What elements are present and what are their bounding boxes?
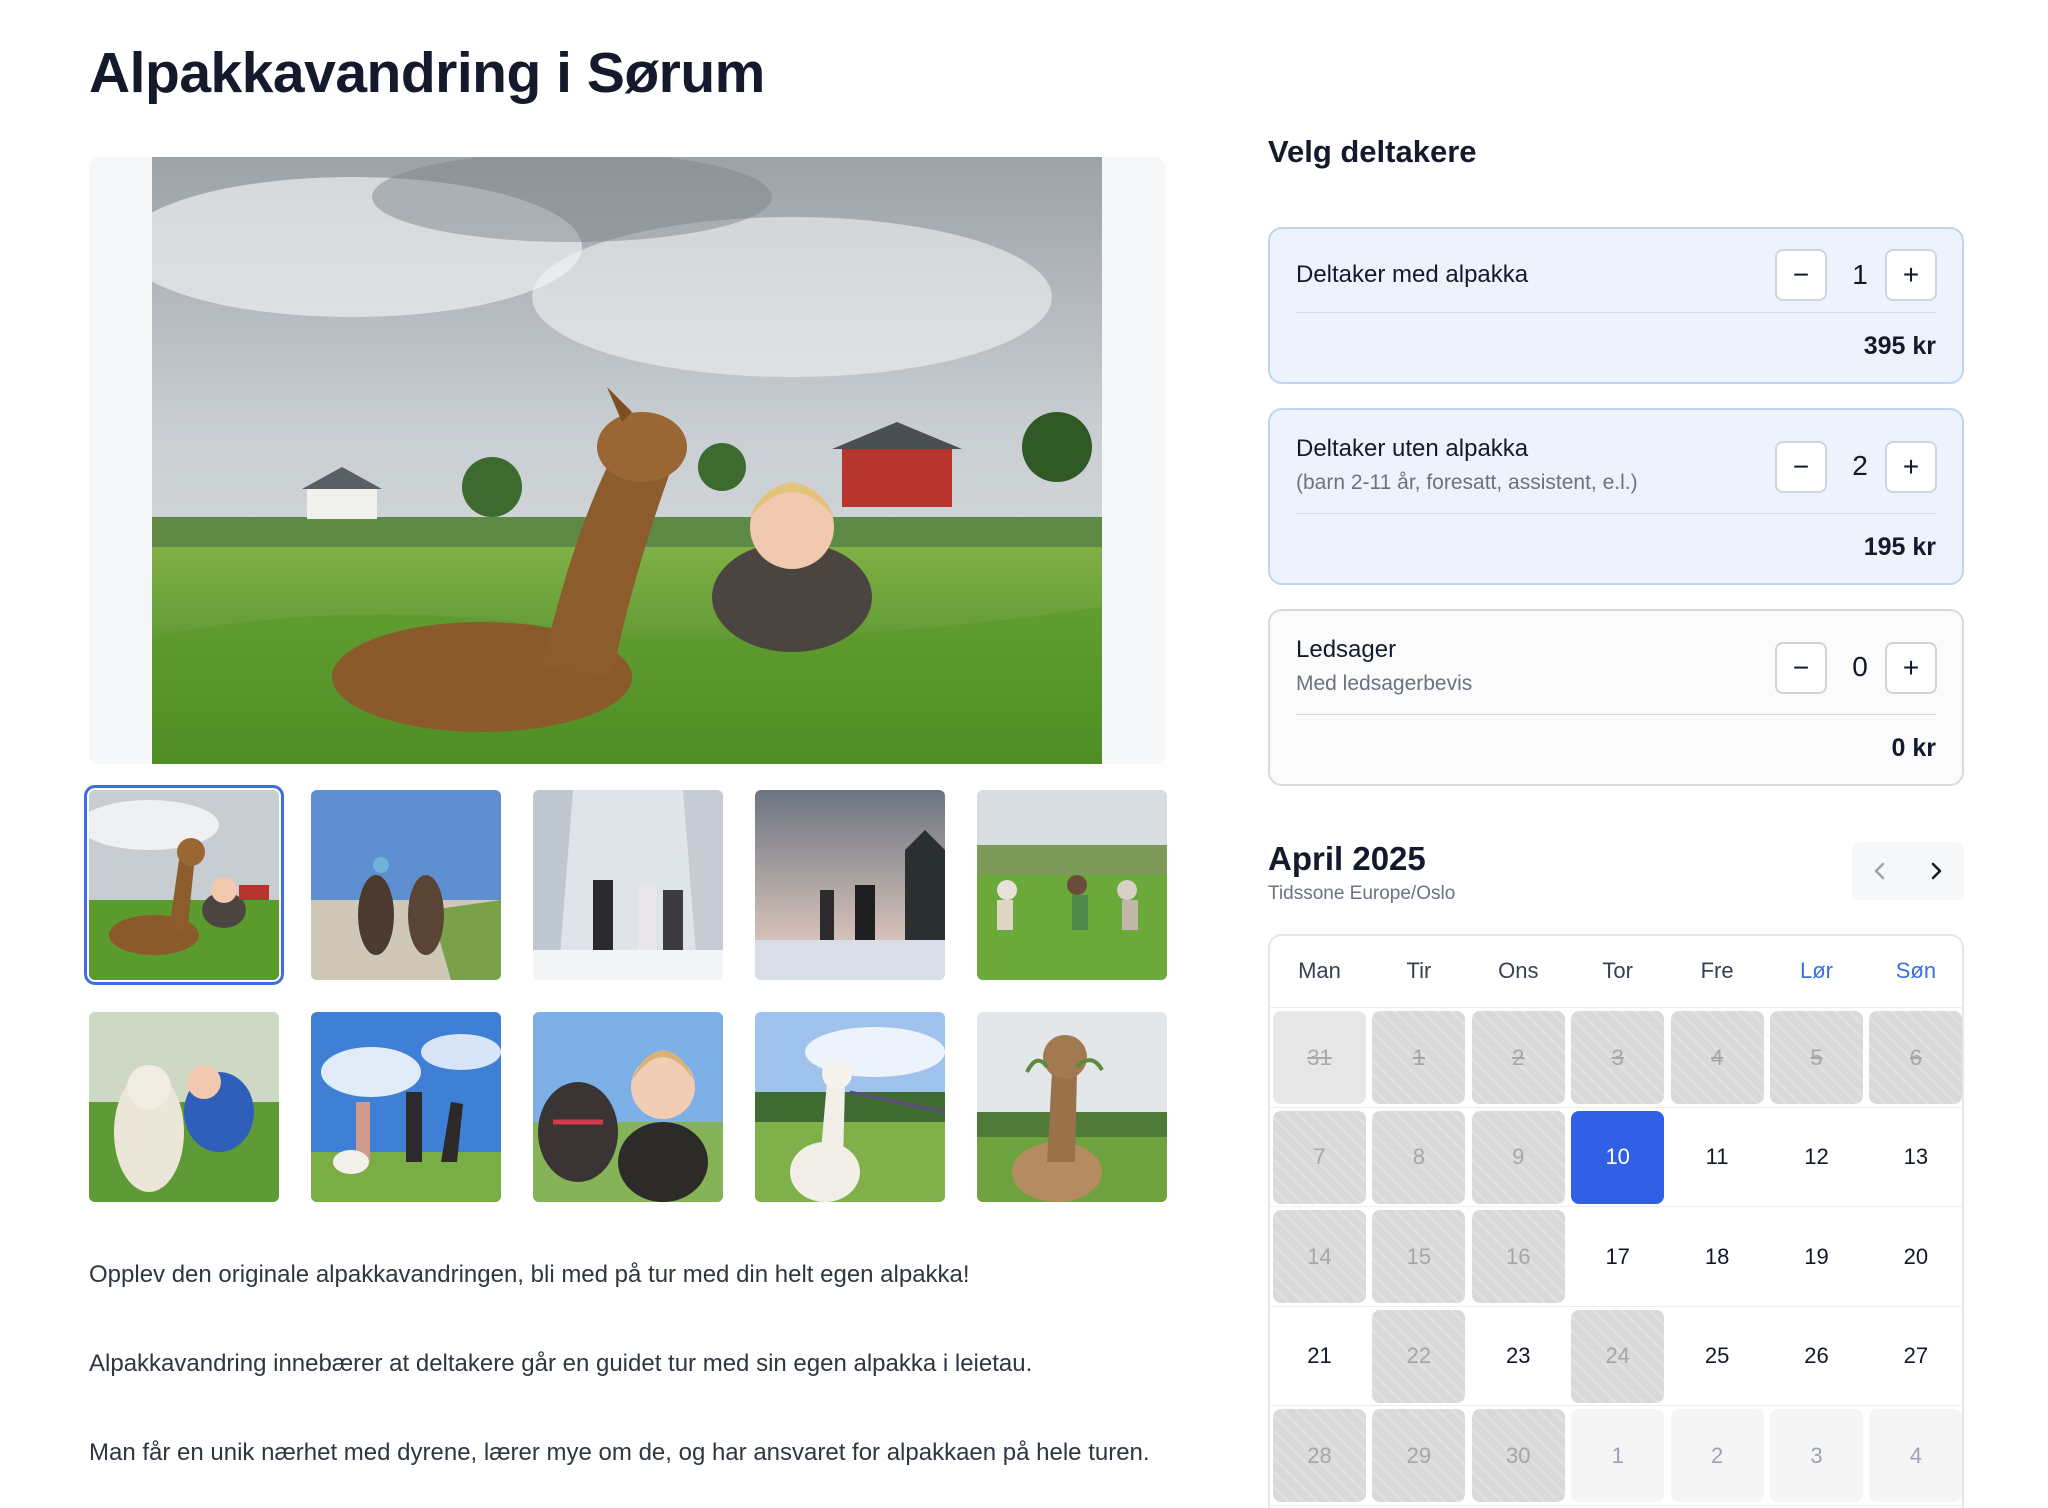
main-photo bbox=[152, 157, 1102, 764]
gallery-thumbnail-5[interactable] bbox=[977, 790, 1167, 980]
calendar-day: 3 bbox=[1770, 1409, 1863, 1502]
calendar-row-divider bbox=[1270, 1405, 1962, 1406]
gallery-thumbnail-6[interactable] bbox=[89, 1012, 279, 1202]
calendar-nav bbox=[1852, 842, 1964, 900]
calendar-day: 2 bbox=[1670, 1409, 1764, 1502]
calendar-day: 9 bbox=[1471, 1110, 1565, 1204]
calendar-day: 1 bbox=[1372, 1011, 1466, 1104]
calendar-day: 5 bbox=[1770, 1011, 1863, 1104]
calendar-day: 14 bbox=[1273, 1210, 1366, 1303]
participants-title: Velg deltakere bbox=[1268, 134, 1477, 169]
chevron-left-icon bbox=[1874, 862, 1885, 880]
weekday-header: Ons bbox=[1498, 958, 1539, 983]
calendar-day: 16 bbox=[1471, 1210, 1565, 1303]
gallery-thumbnail-4[interactable] bbox=[755, 790, 945, 980]
description-paragraph-2: Alpakkavandring innebærer at deltakere g… bbox=[89, 1350, 1033, 1377]
calendar-day: 6 bbox=[1869, 1011, 1962, 1104]
calendar-row-divider bbox=[1270, 1206, 1962, 1207]
calendar-day[interactable]: 20 bbox=[1869, 1210, 1962, 1303]
weekday-header: Man bbox=[1298, 958, 1341, 983]
gallery-thumbnail-1[interactable] bbox=[84, 785, 284, 985]
calendar-month-label: April 2025 bbox=[1268, 840, 1426, 877]
decrement-button[interactable]: − bbox=[1775, 441, 1827, 493]
calendar-day: 8 bbox=[1372, 1110, 1466, 1204]
gallery-thumbnail-7[interactable] bbox=[311, 1012, 501, 1202]
calendar-day[interactable]: 26 bbox=[1770, 1310, 1863, 1403]
calendar-day: 15 bbox=[1372, 1210, 1466, 1303]
calendar-day: 1 bbox=[1571, 1409, 1665, 1502]
calendar-day[interactable]: 12 bbox=[1770, 1111, 1863, 1204]
calendar-day: 29 bbox=[1372, 1409, 1466, 1502]
calendar-day: 28 bbox=[1273, 1409, 1366, 1502]
next-month-button[interactable] bbox=[1908, 842, 1964, 900]
gallery-thumbnail-8[interactable] bbox=[533, 1012, 723, 1202]
participant-name: Deltaker med alpakka bbox=[1296, 261, 1529, 288]
calendar-day: 30 bbox=[1471, 1409, 1565, 1502]
participant-card-with-alpaca: Deltaker med alpakka − 1 + 395 kr bbox=[1268, 227, 1964, 384]
calendar-day: 22 bbox=[1372, 1309, 1466, 1403]
calendar-row-divider bbox=[1270, 1305, 1962, 1307]
calendar-day[interactable]: 23 bbox=[1472, 1310, 1565, 1403]
weekday-header: Lør bbox=[1800, 958, 1833, 983]
calendar-timezone: Tidssone Europe/Oslo bbox=[1268, 883, 1456, 904]
weekday-header: Tir bbox=[1406, 958, 1432, 983]
card-divider bbox=[1296, 513, 1936, 514]
calendar-row-divider bbox=[1270, 1504, 1962, 1506]
calendar-day: 24 bbox=[1571, 1309, 1665, 1403]
participant-price: 0 kr bbox=[1891, 734, 1936, 762]
participant-subtitle: (barn 2-11 år, foresatt, assistent, e.l.… bbox=[1296, 471, 1638, 494]
participant-price: 195 kr bbox=[1863, 533, 1936, 561]
main-photo-frame bbox=[89, 157, 1165, 764]
calendar-day: 4 bbox=[1869, 1409, 1962, 1502]
calendar-day: 31 bbox=[1273, 1011, 1366, 1104]
weekday-header: Fre bbox=[1700, 958, 1734, 983]
participant-count: 1 bbox=[1852, 259, 1868, 290]
description-paragraph-3: Man får en unik nærhet med dyrene, lærer… bbox=[89, 1439, 1150, 1466]
calendar-day-selected[interactable]: 10 bbox=[1571, 1110, 1665, 1204]
gallery-thumbnail-9[interactable] bbox=[755, 1012, 945, 1202]
increment-button[interactable]: + bbox=[1885, 642, 1937, 694]
increment-button[interactable]: + bbox=[1885, 441, 1937, 493]
participant-subtitle: Med ledsagerbevis bbox=[1296, 672, 1473, 695]
gallery-thumbnail-10[interactable] bbox=[977, 1012, 1167, 1202]
participant-card-without-alpaca: Deltaker uten alpakka (barn 2-11 år, for… bbox=[1268, 408, 1964, 585]
calendar-day[interactable]: 25 bbox=[1671, 1310, 1764, 1403]
weekday-header: Søn bbox=[1895, 958, 1937, 983]
gallery-thumbnail-3[interactable] bbox=[533, 790, 723, 980]
calendar-day[interactable]: 21 bbox=[1273, 1310, 1366, 1403]
description-paragraph-1: Opplev den originale alpakkavandringen, … bbox=[89, 1261, 970, 1288]
calendar-row-divider bbox=[1270, 1106, 1962, 1108]
page-title: Alpakkavandring i Sørum bbox=[89, 41, 765, 105]
weekday-header: Tor bbox=[1602, 958, 1633, 983]
calendar-day[interactable]: 13 bbox=[1869, 1111, 1962, 1204]
previous-month-button[interactable] bbox=[1852, 842, 1908, 900]
calendar-day: 7 bbox=[1273, 1110, 1366, 1204]
participant-name: Ledsager bbox=[1296, 636, 1397, 663]
calendar-day[interactable]: 18 bbox=[1671, 1210, 1764, 1303]
participant-price: 395 kr bbox=[1863, 332, 1936, 360]
calendar-day: 3 bbox=[1571, 1011, 1665, 1104]
calendar-day[interactable]: 17 bbox=[1571, 1210, 1664, 1303]
participant-card-companion: Ledsager Med ledsagerbevis − 0 + 0 kr bbox=[1268, 609, 1964, 786]
calendar-day[interactable]: 19 bbox=[1770, 1210, 1863, 1303]
increment-button[interactable]: + bbox=[1885, 249, 1937, 301]
participant-count: 2 bbox=[1852, 450, 1868, 481]
calendar-day: 4 bbox=[1670, 1011, 1764, 1104]
gallery-thumbnail-2[interactable] bbox=[311, 790, 501, 980]
chevron-right-icon bbox=[1931, 862, 1942, 880]
decrement-button[interactable]: − bbox=[1775, 642, 1827, 694]
calendar-grid: Man Tir Ons Tor Fre Lør Søn 31 1 2 3 4 5 6 7 8 9 10 11 12 13… bbox=[1268, 934, 1964, 1508]
participant-count: 0 bbox=[1852, 651, 1868, 682]
card-divider bbox=[1296, 312, 1936, 313]
calendar-day[interactable]: 11 bbox=[1671, 1111, 1764, 1204]
decrement-button[interactable]: − bbox=[1775, 249, 1827, 301]
calendar-day[interactable]: 27 bbox=[1869, 1310, 1962, 1403]
calendar-row-divider bbox=[1270, 1007, 1962, 1008]
calendar-day: 2 bbox=[1471, 1011, 1565, 1104]
card-divider bbox=[1296, 714, 1936, 715]
participant-name: Deltaker uten alpakka bbox=[1296, 435, 1529, 462]
